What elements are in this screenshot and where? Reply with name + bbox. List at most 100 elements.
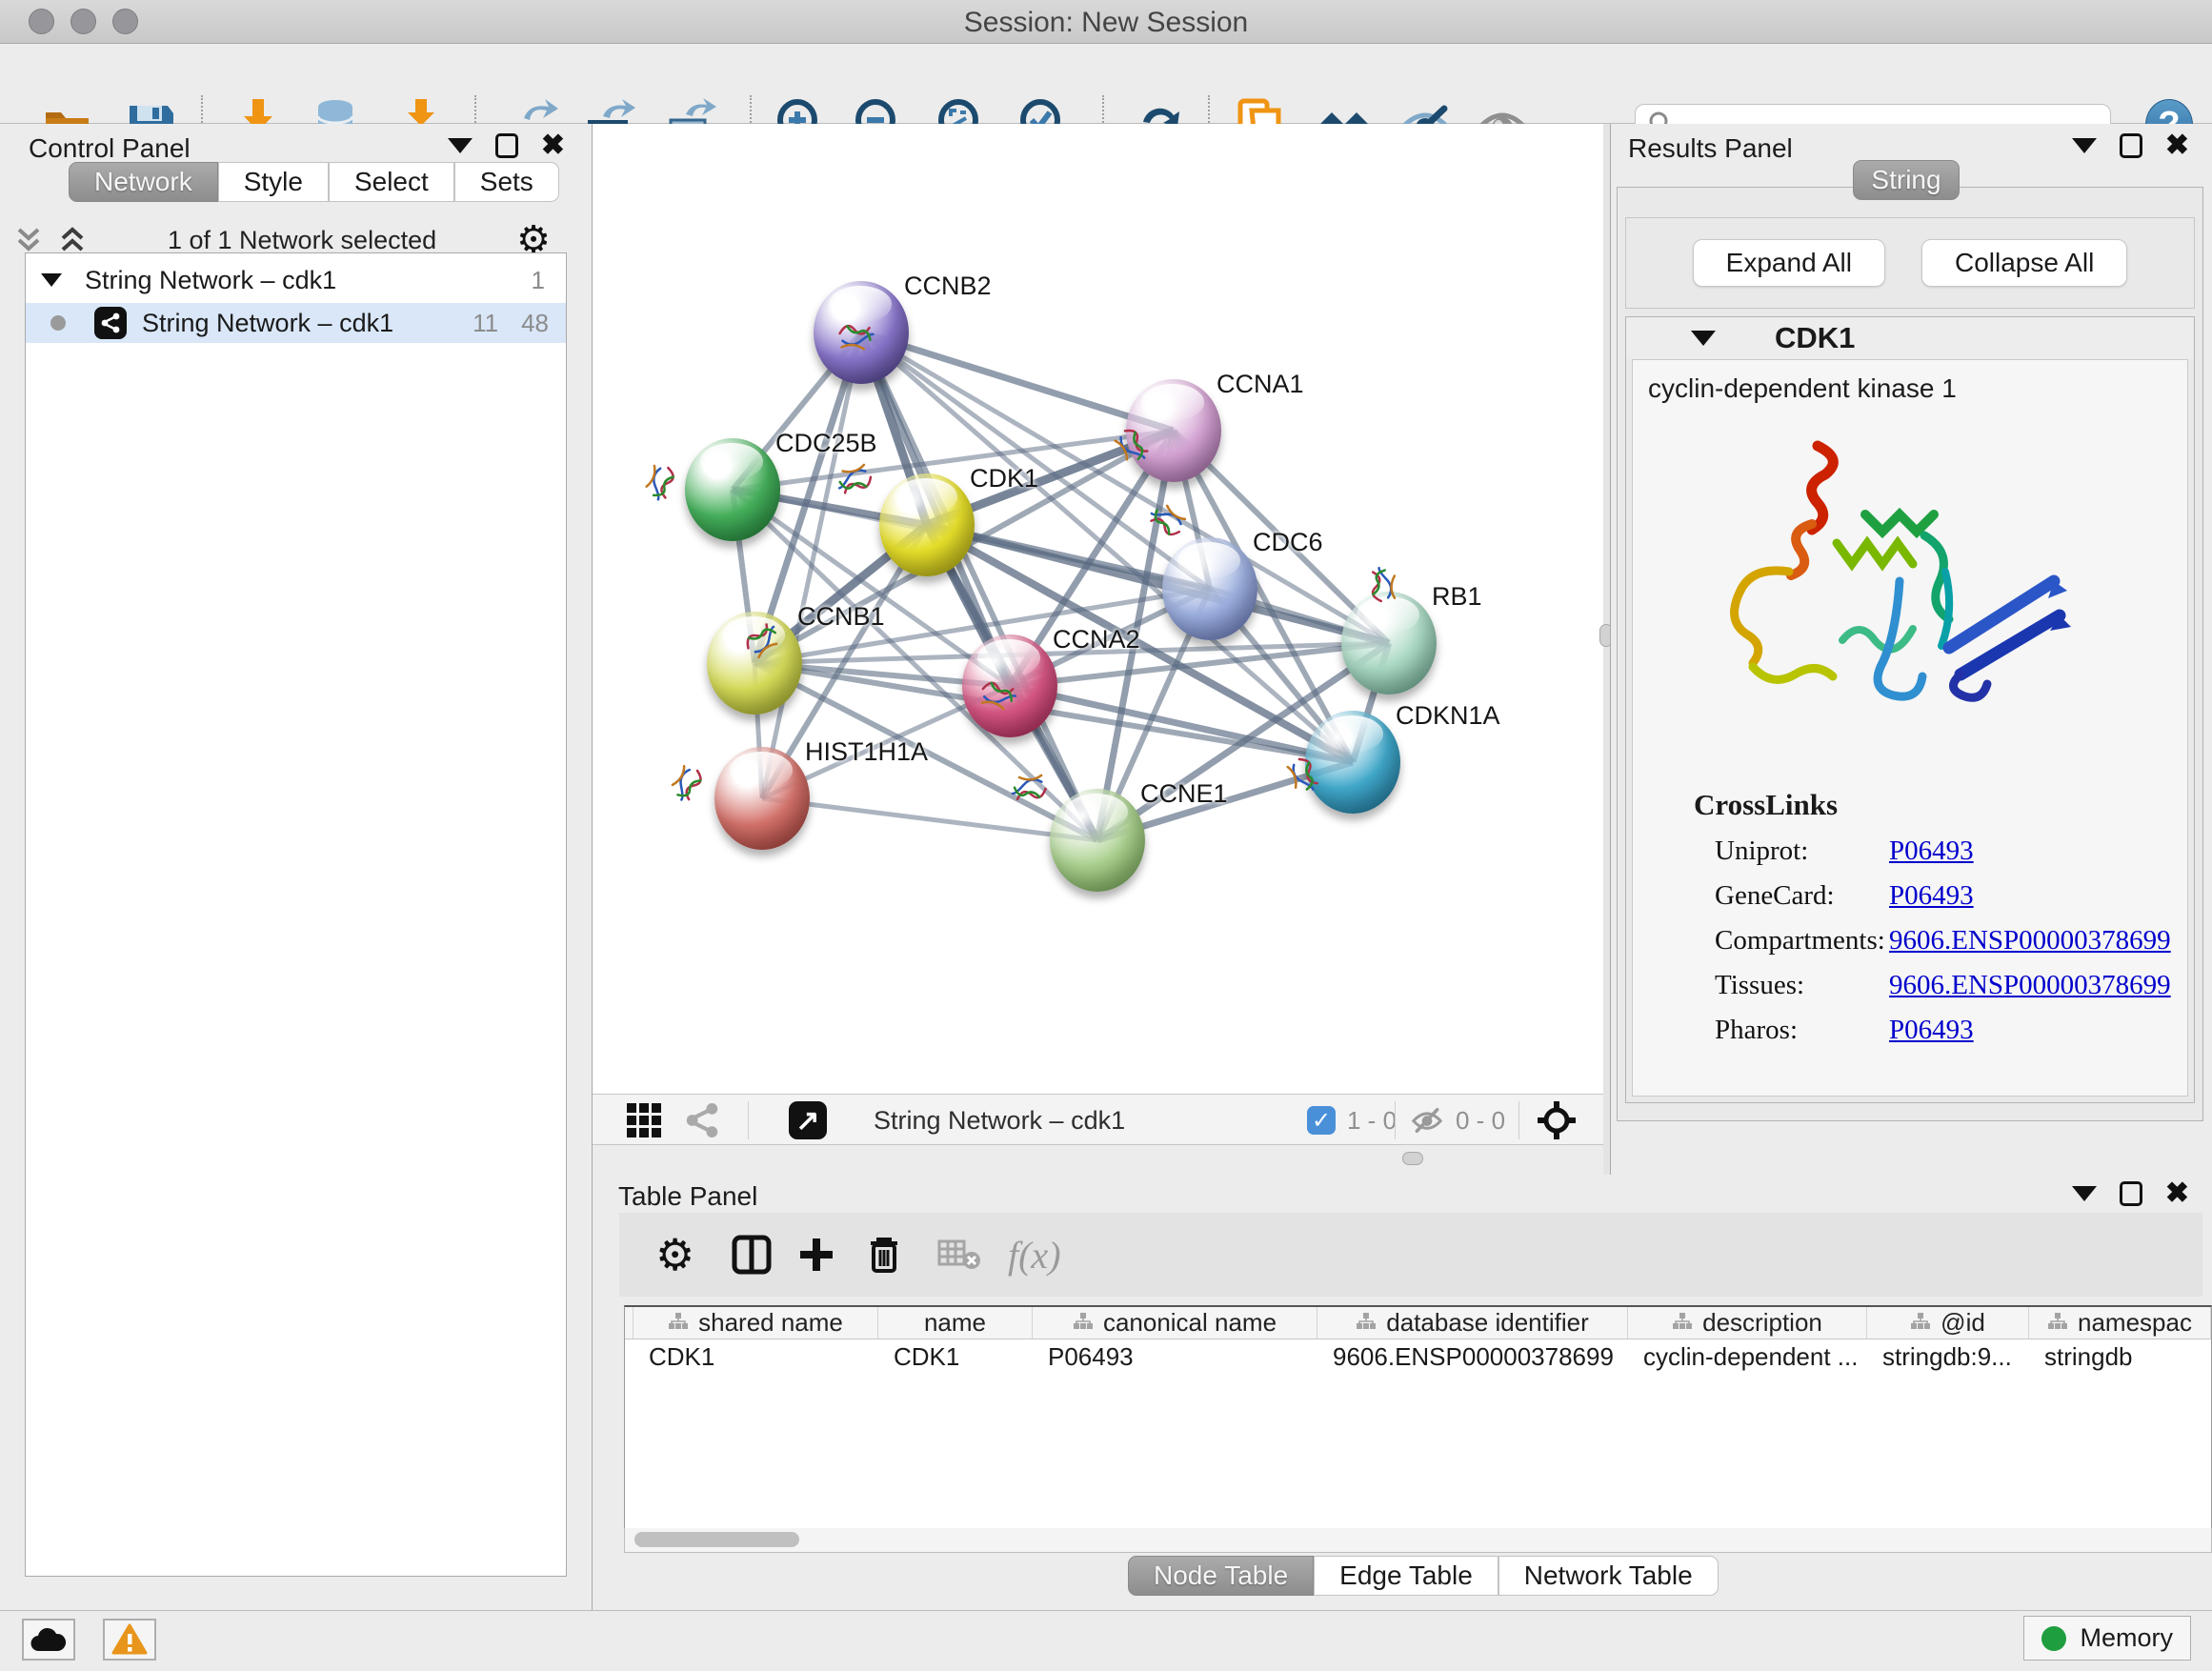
fit-selected-crosshair-icon[interactable] bbox=[1536, 1101, 1578, 1139]
birds-eye-view-icon[interactable]: ↗ bbox=[789, 1101, 827, 1139]
string-app-icon bbox=[94, 307, 127, 339]
expand-all-icon[interactable] bbox=[57, 224, 88, 256]
table-header-row: shared namenamecanonical name database id… bbox=[625, 1307, 2211, 1339]
column-header-description[interactable]: description bbox=[1628, 1307, 1867, 1339]
crosslink-link[interactable]: P06493 bbox=[1889, 1015, 1974, 1046]
collapse-all-button[interactable]: Collapse All bbox=[1921, 239, 2127, 287]
tab-sets[interactable]: Sets bbox=[454, 162, 559, 202]
float-panel-icon[interactable] bbox=[2120, 1181, 2142, 1206]
window-titlebar: Session: New Session bbox=[0, 0, 2212, 44]
selected-checkbox-icon[interactable]: ✓ bbox=[1307, 1106, 1336, 1135]
table-cell[interactable]: 9606.ENSP00000378699 bbox=[1319, 1339, 1630, 1375]
node-table: shared namenamecanonical name database id… bbox=[624, 1305, 2212, 1553]
scrollbar-thumb[interactable] bbox=[634, 1532, 799, 1547]
panel-menu-icon[interactable] bbox=[448, 138, 473, 153]
table-row[interactable]: CDK1CDK1P064939606.ENSP00000378699cyclin… bbox=[625, 1339, 2211, 1375]
float-panel-icon[interactable] bbox=[495, 133, 518, 158]
network-node-ccnb1[interactable] bbox=[707, 612, 802, 715]
table-cell[interactable]: CDK1 bbox=[880, 1339, 1035, 1375]
collapse-all-icon[interactable] bbox=[13, 224, 44, 256]
network-node-cdk1[interactable] bbox=[879, 473, 975, 576]
warnings-button[interactable] bbox=[103, 1619, 156, 1661]
network-node-ccnb2[interactable] bbox=[814, 281, 909, 384]
close-panel-icon[interactable]: ✖ bbox=[2165, 133, 2189, 158]
network-node-hist1h1a[interactable] bbox=[714, 747, 810, 850]
tab-edge-table[interactable]: Edge Table bbox=[1314, 1556, 1498, 1596]
column-header-database-identifier[interactable]: database identifier bbox=[1317, 1307, 1628, 1339]
string-results-container: Expand All Collapse All CDK1 cyclin-depe… bbox=[1617, 187, 2203, 1121]
vertical-splitter[interactable] bbox=[1603, 124, 1610, 1186]
function-builder-icon[interactable]: f(x) bbox=[1008, 1234, 1061, 1276]
table-horizontal-scrollbar[interactable] bbox=[624, 1528, 2212, 1553]
panel-menu-icon[interactable] bbox=[2072, 138, 2097, 153]
section-expand-icon[interactable] bbox=[1691, 331, 1716, 346]
column-header-name[interactable]: name bbox=[878, 1307, 1033, 1339]
cloud-icon bbox=[30, 1626, 68, 1653]
memory-status-dot-icon bbox=[2041, 1626, 2066, 1651]
crosslink-row: Uniprot:P06493 bbox=[1715, 836, 2187, 867]
split-view-icon[interactable] bbox=[732, 1234, 772, 1276]
network-node-cdkn1a[interactable] bbox=[1305, 711, 1400, 814]
network-node-rb1[interactable] bbox=[1341, 592, 1437, 695]
tab-string[interactable]: String bbox=[1853, 160, 1960, 200]
column-header--id[interactable]: @id bbox=[1867, 1307, 2029, 1339]
network-canvas[interactable]: CCNB2CCNA1CDC25BCDK1CDC6RB1CCNB1CCNA2CDK… bbox=[593, 124, 1603, 1094]
node-description: cyclin-dependent kinase 1 bbox=[1648, 373, 2187, 404]
table-settings-gear-icon[interactable]: ⚙ bbox=[655, 1234, 694, 1276]
network-node-cdc25b[interactable] bbox=[685, 438, 780, 541]
results-panel-title: Results Panel bbox=[1628, 133, 1793, 164]
cloud-button[interactable] bbox=[22, 1619, 75, 1661]
column-header-namespac[interactable]: namespac bbox=[2029, 1307, 2211, 1339]
network-column-icon bbox=[1073, 1308, 1094, 1338]
table-cell[interactable]: cyclin-dependent ... bbox=[1630, 1339, 1869, 1375]
node-count: 11 bbox=[473, 309, 498, 338]
crosslink-link[interactable]: P06493 bbox=[1889, 880, 1974, 912]
crosslink-link[interactable]: 9606.ENSP00000378699 bbox=[1889, 970, 2171, 1001]
node-gloss bbox=[1141, 384, 1204, 421]
hidden-eye-slash-icon[interactable] bbox=[1410, 1105, 1444, 1136]
table-cell[interactable]: stringdb:9... bbox=[1869, 1339, 2031, 1375]
network-selected-status: 1 of 1 Network selected bbox=[88, 226, 516, 255]
network-row[interactable]: String Network – cdk1 11 48 bbox=[26, 303, 566, 343]
tab-network[interactable]: Network bbox=[69, 162, 218, 202]
network-edge[interactable] bbox=[762, 332, 861, 798]
close-panel-icon[interactable]: ✖ bbox=[541, 133, 565, 158]
results-panel: Results Panel ✖ String Expand All Collap… bbox=[1610, 124, 2212, 1186]
collection-expand-icon[interactable] bbox=[41, 273, 62, 287]
tab-select[interactable]: Select bbox=[329, 162, 454, 202]
network-view-toolbar: ↗ String Network – cdk1 ✓ 1 - 0 0 - 0 bbox=[593, 1094, 1603, 1145]
horizontal-splitter[interactable] bbox=[593, 1145, 1603, 1175]
tab-network-table[interactable]: Network Table bbox=[1498, 1556, 1719, 1596]
delete-column-trash-icon[interactable] bbox=[865, 1234, 903, 1276]
collection-label: String Network – cdk1 bbox=[85, 266, 336, 295]
network-tree: String Network – cdk1 1 String Network –… bbox=[25, 252, 567, 1577]
crosslink-link[interactable]: 9606.ENSP00000378699 bbox=[1889, 925, 2171, 956]
tab-style[interactable]: Style bbox=[218, 162, 329, 202]
delete-table-icon[interactable] bbox=[937, 1234, 981, 1276]
panel-menu-icon[interactable] bbox=[2072, 1186, 2097, 1201]
add-column-icon[interactable] bbox=[796, 1234, 836, 1276]
close-panel-icon[interactable]: ✖ bbox=[2165, 1181, 2189, 1206]
network-node-ccne1[interactable] bbox=[1050, 789, 1145, 892]
expand-all-button[interactable]: Expand All bbox=[1693, 239, 1885, 287]
column-header-canonical-name[interactable]: canonical name bbox=[1033, 1307, 1317, 1339]
crosslink-link[interactable]: P06493 bbox=[1889, 836, 1974, 867]
node-section-header[interactable]: CDK1 bbox=[1626, 317, 2194, 359]
table-cell[interactable]: P06493 bbox=[1035, 1339, 1319, 1375]
network-node-ccna1[interactable] bbox=[1126, 379, 1221, 482]
table-cell[interactable]: stringdb bbox=[2031, 1339, 2212, 1375]
column-header-label: database identifier bbox=[1386, 1308, 1588, 1338]
network-collection-row[interactable]: String Network – cdk1 1 bbox=[26, 263, 566, 297]
grid-view-icon[interactable] bbox=[627, 1101, 661, 1139]
share-network-icon[interactable] bbox=[684, 1101, 720, 1139]
table-panel-title: Table Panel bbox=[618, 1181, 757, 1212]
memory-button[interactable]: Memory bbox=[2023, 1616, 2191, 1661]
table-cell[interactable]: CDK1 bbox=[635, 1339, 880, 1375]
splitter-handle[interactable] bbox=[1402, 1152, 1423, 1165]
network-node-ccna2[interactable] bbox=[962, 634, 1057, 737]
column-header-shared-name[interactable]: shared name bbox=[633, 1307, 878, 1339]
float-panel-icon[interactable] bbox=[2120, 133, 2142, 158]
tab-node-table[interactable]: Node Table bbox=[1128, 1556, 1314, 1596]
node-gloss bbox=[1177, 542, 1240, 579]
network-node-cdc6[interactable] bbox=[1162, 537, 1257, 640]
